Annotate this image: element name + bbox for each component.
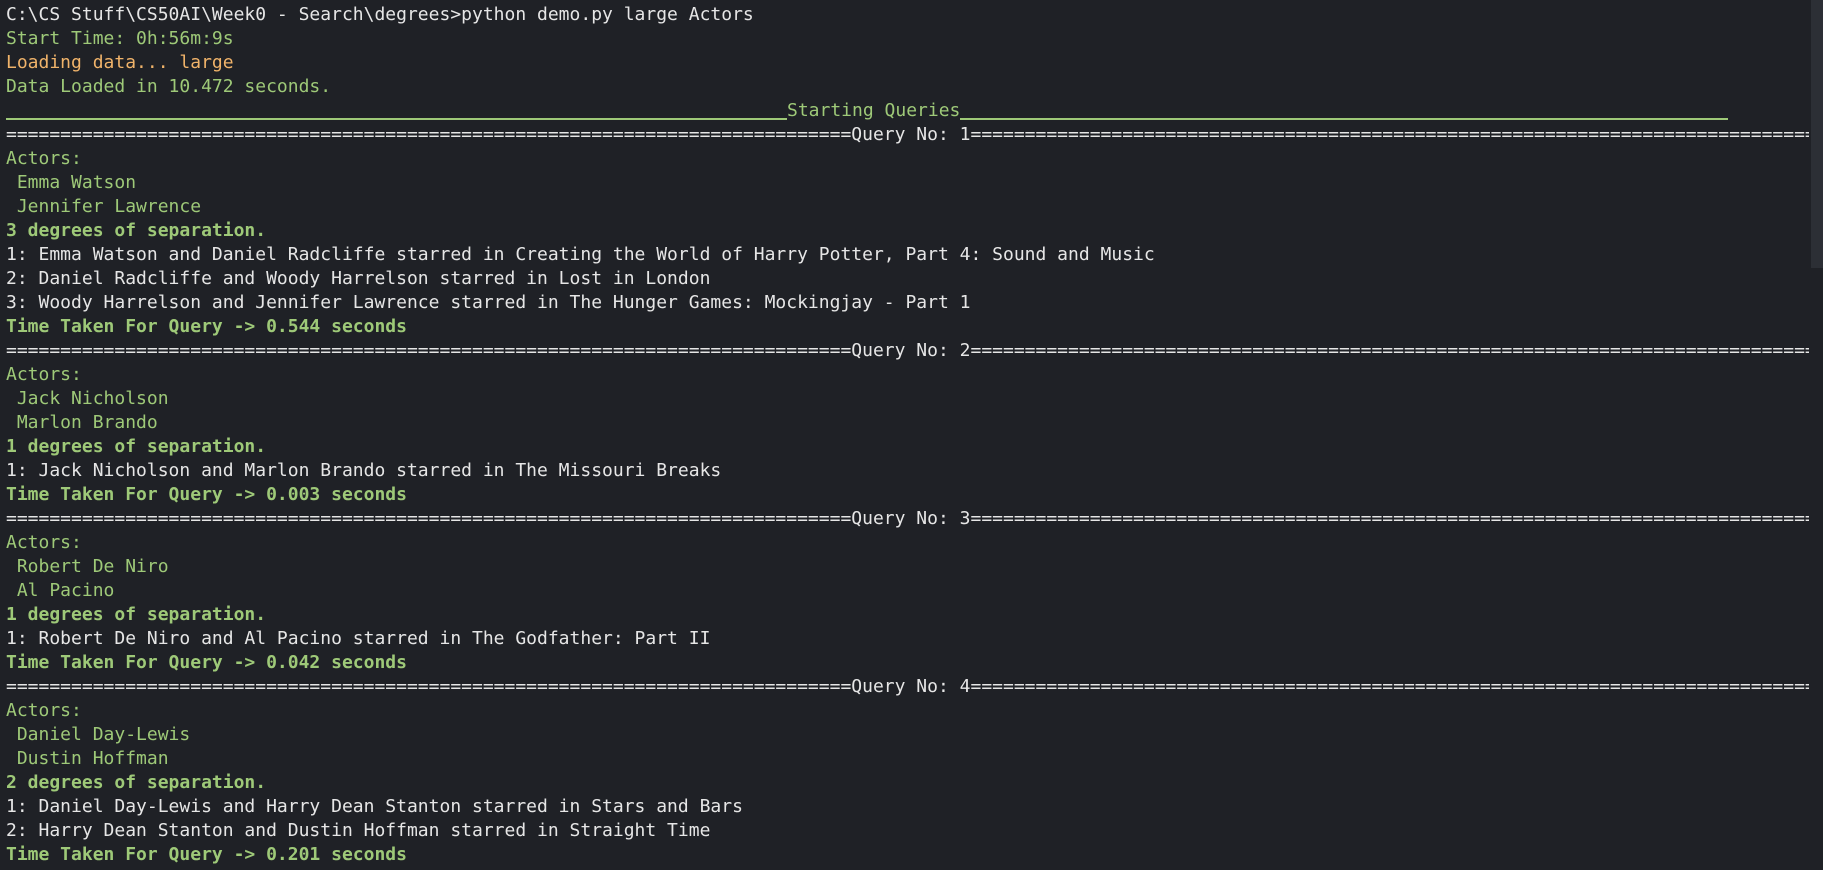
path-step: 1: Emma Watson and Daniel Radcliffe star… xyxy=(6,244,1155,265)
start-time-line: Start Time: 0h:56m:9s xyxy=(6,28,234,49)
banner-underline-right xyxy=(960,118,1729,120)
degrees-line: 3 degrees of separation. xyxy=(6,220,267,241)
path-step: 1: Robert De Niro and Al Pacino starred … xyxy=(6,628,711,649)
query-header: ========================================… xyxy=(6,340,1823,361)
degrees-line: 1 degrees of separation. xyxy=(6,436,267,457)
scrollbar-thumb[interactable] xyxy=(1811,0,1823,268)
actor-name: Jennifer Lawrence xyxy=(6,196,202,217)
path-step: 2: Daniel Radcliffe and Woody Harrelson … xyxy=(6,268,711,289)
actors-label: Actors: xyxy=(6,700,82,721)
query-header: ========================================… xyxy=(6,124,1823,145)
terminal-window[interactable]: C:\CS Stuff\CS50AI\Week0 - Search\degree… xyxy=(0,0,1823,870)
degrees-line: 1 degrees of separation. xyxy=(6,604,267,625)
time-taken-line: Time Taken For Query -> 0.544 seconds xyxy=(6,316,407,337)
terminal-output: C:\CS Stuff\CS50AI\Week0 - Search\degree… xyxy=(6,3,1823,867)
actor-name: Dustin Hoffman xyxy=(6,748,169,769)
vertical-scrollbar[interactable] xyxy=(1809,0,1823,870)
actor-name: Al Pacino xyxy=(6,580,115,601)
time-taken-line: Time Taken For Query -> 0.003 seconds xyxy=(6,484,407,505)
actor-name: Emma Watson xyxy=(6,172,137,193)
banner-underline-left xyxy=(6,118,787,120)
actors-label: Actors: xyxy=(6,532,82,553)
query-header: ========================================… xyxy=(6,676,1823,697)
path-step: 2: Harry Dean Stanton and Dustin Hoffman… xyxy=(6,820,711,841)
time-taken-line: Time Taken For Query -> 0.201 seconds xyxy=(6,844,407,865)
actor-name: Jack Nicholson xyxy=(6,388,169,409)
actor-name: Marlon Brando xyxy=(6,412,158,433)
actor-name: Robert De Niro xyxy=(6,556,169,577)
actors-label: Actors: xyxy=(6,148,82,169)
data-loaded-line: Data Loaded in 10.472 seconds. xyxy=(6,76,332,97)
query-header: ========================================… xyxy=(6,508,1823,529)
command-line: C:\CS Stuff\CS50AI\Week0 - Search\degree… xyxy=(6,4,754,25)
path-step: 1: Jack Nicholson and Marlon Brando star… xyxy=(6,460,722,481)
time-taken-line: Time Taken For Query -> 0.042 seconds xyxy=(6,652,407,673)
starting-queries-banner: Starting Queries xyxy=(6,99,1803,123)
actor-name: Daniel Day-Lewis xyxy=(6,724,191,745)
actors-label: Actors: xyxy=(6,364,82,385)
path-step: 3: Woody Harrelson and Jennifer Lawrence… xyxy=(6,292,971,313)
path-step: 1: Daniel Day-Lewis and Harry Dean Stant… xyxy=(6,796,743,817)
degrees-line: 2 degrees of separation. xyxy=(6,772,267,793)
loading-line: Loading data... large xyxy=(6,52,234,73)
starting-queries-label: Starting Queries xyxy=(787,100,961,121)
